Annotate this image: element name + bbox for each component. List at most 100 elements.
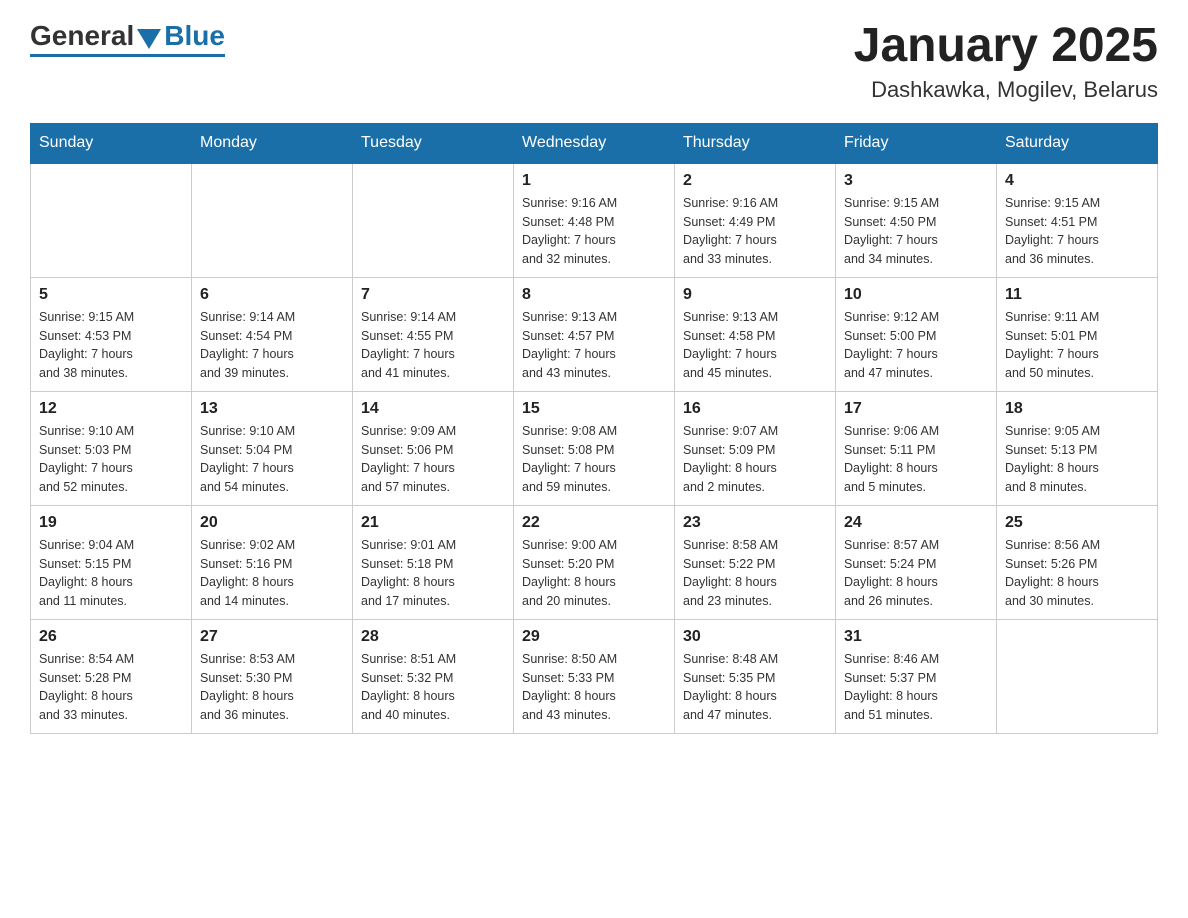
day-cell (192, 163, 353, 278)
day-number: 23 (683, 514, 827, 532)
day-info: Sunrise: 9:10 AM Sunset: 5:04 PM Dayligh… (200, 422, 344, 497)
col-saturday: Saturday (997, 123, 1158, 163)
day-cell: 10 Sunrise: 9:12 AM Sunset: 5:00 PM Dayli… (836, 277, 997, 391)
day-cell: 26 Sunrise: 8:54 AM Sunset: 5:28 PM Dayli… (31, 619, 192, 733)
day-info: Sunrise: 9:08 AM Sunset: 5:08 PM Dayligh… (522, 422, 666, 497)
week-row-5: 26 Sunrise: 8:54 AM Sunset: 5:28 PM Dayli… (31, 619, 1158, 733)
day-number: 22 (522, 514, 666, 532)
col-monday: Monday (192, 123, 353, 163)
day-cell: 19 Sunrise: 9:04 AM Sunset: 5:15 PM Dayli… (31, 505, 192, 619)
day-number: 8 (522, 286, 666, 304)
day-info: Sunrise: 8:54 AM Sunset: 5:28 PM Dayligh… (39, 650, 183, 725)
calendar-table: Sunday Monday Tuesday Wednesday Thursday… (30, 123, 1158, 734)
col-friday: Friday (836, 123, 997, 163)
week-row-1: 1 Sunrise: 9:16 AM Sunset: 4:48 PM Daylig… (31, 163, 1158, 278)
day-info: Sunrise: 9:10 AM Sunset: 5:03 PM Dayligh… (39, 422, 183, 497)
col-tuesday: Tuesday (353, 123, 514, 163)
day-info: Sunrise: 9:01 AM Sunset: 5:18 PM Dayligh… (361, 536, 505, 611)
day-info: Sunrise: 8:53 AM Sunset: 5:30 PM Dayligh… (200, 650, 344, 725)
day-cell: 12Sunrise: 9:10 AM Sunset: 5:03 PM Dayli… (31, 391, 192, 505)
day-cell: 18 Sunrise: 9:05 AM Sunset: 5:13 PM Dayli… (997, 391, 1158, 505)
location-title: Dashkawka, Mogilev, Belarus (854, 77, 1158, 103)
day-info: Sunrise: 8:51 AM Sunset: 5:32 PM Dayligh… (361, 650, 505, 725)
day-cell: 1 Sunrise: 9:16 AM Sunset: 4:48 PM Daylig… (514, 163, 675, 278)
day-info: Sunrise: 9:05 AM Sunset: 5:13 PM Dayligh… (1005, 422, 1149, 497)
day-cell: 11 Sunrise: 9:11 AM Sunset: 5:01 PM Dayli… (997, 277, 1158, 391)
day-number: 21 (361, 514, 505, 532)
title-section: January 2025 Dashkawka, Mogilev, Belarus (854, 20, 1158, 103)
day-number: 31 (844, 628, 988, 646)
day-info: Sunrise: 9:09 AM Sunset: 5:06 PM Dayligh… (361, 422, 505, 497)
day-info: Sunrise: 9:14 AM Sunset: 4:54 PM Dayligh… (200, 308, 344, 383)
day-cell: 20 Sunrise: 9:02 AM Sunset: 5:16 PM Dayli… (192, 505, 353, 619)
day-number: 11 (1005, 286, 1149, 304)
day-cell: 22 Sunrise: 9:00 AM Sunset: 5:20 PM Dayli… (514, 505, 675, 619)
day-info: Sunrise: 9:15 AM Sunset: 4:50 PM Dayligh… (844, 194, 988, 269)
day-number: 10 (844, 286, 988, 304)
day-info: Sunrise: 9:07 AM Sunset: 5:09 PM Dayligh… (683, 422, 827, 497)
month-title: January 2025 (854, 20, 1158, 73)
day-cell: 13 Sunrise: 9:10 AM Sunset: 5:04 PM Dayli… (192, 391, 353, 505)
day-number: 27 (200, 628, 344, 646)
day-info: Sunrise: 9:16 AM Sunset: 4:48 PM Dayligh… (522, 194, 666, 269)
day-number: 18 (1005, 400, 1149, 418)
day-cell: 31 Sunrise: 8:46 AM Sunset: 5:37 PM Dayli… (836, 619, 997, 733)
day-number: 4 (1005, 172, 1149, 190)
day-number: 6 (200, 286, 344, 304)
day-cell: 23Sunrise: 8:58 AM Sunset: 5:22 PM Dayli… (675, 505, 836, 619)
day-cell: 2 Sunrise: 9:16 AM Sunset: 4:49 PM Daylig… (675, 163, 836, 278)
day-info: Sunrise: 9:04 AM Sunset: 5:15 PM Dayligh… (39, 536, 183, 611)
day-number: 5 (39, 286, 183, 304)
day-cell: 25Sunrise: 8:56 AM Sunset: 5:26 PM Dayli… (997, 505, 1158, 619)
day-cell: 30Sunrise: 8:48 AM Sunset: 5:35 PM Dayli… (675, 619, 836, 733)
day-number: 17 (844, 400, 988, 418)
day-cell: 15 Sunrise: 9:08 AM Sunset: 5:08 PM Dayli… (514, 391, 675, 505)
day-number: 26 (39, 628, 183, 646)
day-cell: 29Sunrise: 8:50 AM Sunset: 5:33 PM Dayli… (514, 619, 675, 733)
day-cell: 5Sunrise: 9:15 AM Sunset: 4:53 PM Daylig… (31, 277, 192, 391)
day-cell: 16 Sunrise: 9:07 AM Sunset: 5:09 PM Dayli… (675, 391, 836, 505)
day-number: 7 (361, 286, 505, 304)
day-number: 29 (522, 628, 666, 646)
col-wednesday: Wednesday (514, 123, 675, 163)
day-cell: 14Sunrise: 9:09 AM Sunset: 5:06 PM Dayli… (353, 391, 514, 505)
day-cell: 21 Sunrise: 9:01 AM Sunset: 5:18 PM Dayli… (353, 505, 514, 619)
day-info: Sunrise: 9:02 AM Sunset: 5:16 PM Dayligh… (200, 536, 344, 611)
logo-underline (30, 54, 225, 57)
day-number: 2 (683, 172, 827, 190)
day-info: Sunrise: 9:13 AM Sunset: 4:57 PM Dayligh… (522, 308, 666, 383)
day-cell: 4 Sunrise: 9:15 AM Sunset: 4:51 PM Daylig… (997, 163, 1158, 278)
day-number: 16 (683, 400, 827, 418)
day-info: Sunrise: 9:00 AM Sunset: 5:20 PM Dayligh… (522, 536, 666, 611)
day-number: 9 (683, 286, 827, 304)
calendar-body: 1 Sunrise: 9:16 AM Sunset: 4:48 PM Daylig… (31, 163, 1158, 734)
day-info: Sunrise: 9:14 AM Sunset: 4:55 PM Dayligh… (361, 308, 505, 383)
day-info: Sunrise: 9:15 AM Sunset: 4:51 PM Dayligh… (1005, 194, 1149, 269)
day-cell (353, 163, 514, 278)
day-info: Sunrise: 9:12 AM Sunset: 5:00 PM Dayligh… (844, 308, 988, 383)
day-info: Sunrise: 8:56 AM Sunset: 5:26 PM Dayligh… (1005, 536, 1149, 611)
day-cell: 6 Sunrise: 9:14 AM Sunset: 4:54 PM Daylig… (192, 277, 353, 391)
day-number: 15 (522, 400, 666, 418)
header-row: Sunday Monday Tuesday Wednesday Thursday… (31, 123, 1158, 163)
day-cell: 24Sunrise: 8:57 AM Sunset: 5:24 PM Dayli… (836, 505, 997, 619)
logo-triangle-icon (137, 29, 161, 49)
day-number: 20 (200, 514, 344, 532)
day-info: Sunrise: 8:57 AM Sunset: 5:24 PM Dayligh… (844, 536, 988, 611)
day-cell: 3Sunrise: 9:15 AM Sunset: 4:50 PM Daylig… (836, 163, 997, 278)
logo-blue-text: Blue (164, 20, 225, 52)
day-info: Sunrise: 8:46 AM Sunset: 5:37 PM Dayligh… (844, 650, 988, 725)
day-number: 13 (200, 400, 344, 418)
day-info: Sunrise: 9:06 AM Sunset: 5:11 PM Dayligh… (844, 422, 988, 497)
day-info: Sunrise: 9:11 AM Sunset: 5:01 PM Dayligh… (1005, 308, 1149, 383)
day-info: Sunrise: 8:48 AM Sunset: 5:35 PM Dayligh… (683, 650, 827, 725)
logo: General Blue (30, 20, 225, 57)
day-number: 1 (522, 172, 666, 190)
day-cell: 8 Sunrise: 9:13 AM Sunset: 4:57 PM Daylig… (514, 277, 675, 391)
week-row-4: 19 Sunrise: 9:04 AM Sunset: 5:15 PM Dayli… (31, 505, 1158, 619)
day-number: 28 (361, 628, 505, 646)
day-cell (997, 619, 1158, 733)
day-info: Sunrise: 9:16 AM Sunset: 4:49 PM Dayligh… (683, 194, 827, 269)
col-sunday: Sunday (31, 123, 192, 163)
day-number: 19 (39, 514, 183, 532)
